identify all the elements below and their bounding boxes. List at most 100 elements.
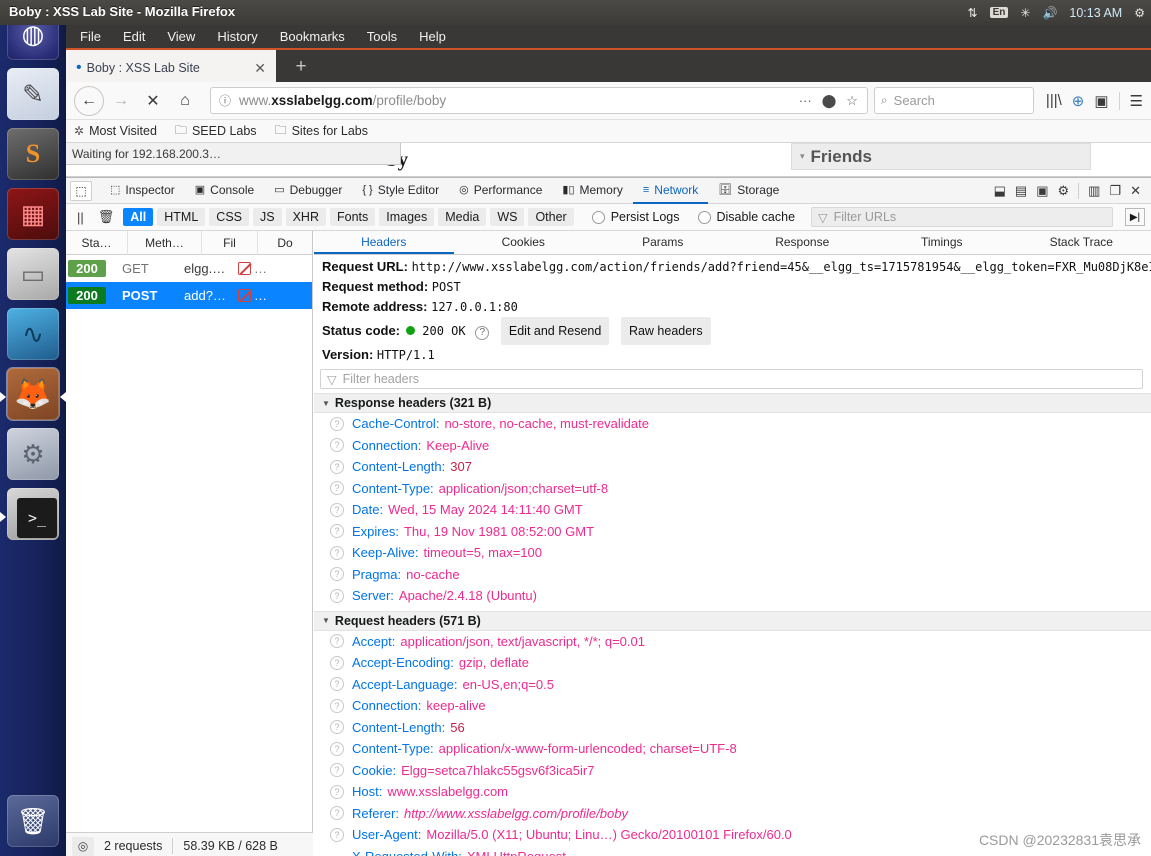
- forward-button[interactable]: →: [106, 86, 136, 116]
- element-picker-icon[interactable]: ⬚: [70, 180, 92, 201]
- launcher-item-sublime-text[interactable]: S: [7, 128, 59, 180]
- identity-info-icon[interactable]: ⓘ: [219, 92, 231, 109]
- friends-panel-header[interactable]: ▾ Friends: [791, 143, 1091, 170]
- response-headers-title-row[interactable]: ▼ Response headers (321 B): [314, 393, 1151, 413]
- dock-side-icon[interactable]: ▥: [1088, 183, 1100, 199]
- stop-button[interactable]: ✕: [138, 86, 168, 116]
- tab-stack-trace[interactable]: Stack Trace: [1012, 231, 1151, 254]
- header-row[interactable]: ? Referer: http://www.xsslabelgg.com/profi…: [314, 803, 1151, 825]
- filter-js[interactable]: JS: [253, 208, 282, 226]
- tab-inspector[interactable]: ⬚ Inspector: [100, 178, 185, 204]
- tab-timings[interactable]: Timings: [872, 231, 1012, 254]
- menu-view[interactable]: View: [167, 29, 195, 44]
- column-file[interactable]: Fil: [202, 230, 258, 255]
- tab-cookies[interactable]: Cookies: [454, 231, 594, 254]
- header-row[interactable]: ? Host: www.xsslabelgg.com: [314, 781, 1151, 803]
- filter-media[interactable]: Media: [438, 208, 487, 226]
- library-icon[interactable]: |||\: [1046, 92, 1062, 109]
- header-row[interactable]: ? Content-Length: 56: [314, 717, 1151, 739]
- back-button[interactable]: ←: [74, 85, 104, 116]
- status-help-icon[interactable]: ?: [475, 326, 490, 340]
- bookmark-most-visited[interactable]: ✲ Most Visited: [74, 124, 157, 138]
- request-headers-title-row[interactable]: ▼ Request headers (571 B): [314, 610, 1151, 631]
- tab-boby-xss-lab-site[interactable]: • Boby : XSS Lab Site ✕: [66, 50, 276, 84]
- launcher-item-settings-tools[interactable]: ⚙: [7, 428, 59, 480]
- menu-bookmarks[interactable]: Bookmarks: [280, 29, 345, 44]
- home-button[interactable]: ⌂: [170, 86, 200, 116]
- menu-tools[interactable]: Tools: [367, 29, 397, 44]
- header-help-icon[interactable]: ?: [330, 806, 344, 821]
- filter-xhr[interactable]: XHR: [285, 208, 326, 226]
- header-help-icon[interactable]: ?: [330, 567, 344, 582]
- header-help-icon[interactable]: ?: [330, 634, 344, 649]
- header-help-icon[interactable]: ?: [330, 524, 344, 539]
- header-row[interactable]: ? Keep-Alive: timeout=5, max=100: [314, 542, 1151, 564]
- screenshot-icon[interactable]: ▣: [1036, 183, 1048, 199]
- header-row[interactable]: ? Content-Type: application/json;charset=u…: [314, 478, 1151, 500]
- raw-headers-button[interactable]: Raw headers: [620, 317, 711, 345]
- edit-and-resend-button[interactable]: Edit and Resend: [500, 317, 610, 345]
- header-row[interactable]: ? Accept-Language: en-US,en;q=0.5: [314, 674, 1151, 696]
- clear-requests-icon[interactable]: 🗑: [93, 209, 120, 225]
- launcher-item-terminal[interactable]: >_: [7, 488, 59, 540]
- disable-cache-checkbox[interactable]: Disable cache: [697, 210, 795, 224]
- launcher-item-virtual-machines[interactable]: ▦: [7, 188, 59, 240]
- header-row[interactable]: ? Server: Apache/2.4.18 (Ubuntu): [314, 585, 1151, 607]
- tab-params[interactable]: Params: [593, 231, 733, 254]
- header-help-icon[interactable]: ?: [330, 481, 344, 496]
- bookmark-star-icon[interactable]: ☆: [841, 93, 863, 109]
- header-row[interactable]: ? Cache-Control: no-store, no-cache, must-…: [314, 413, 1151, 435]
- bookmark-sites-for-labs[interactable]: 🗀 Sites for Labs: [275, 121, 368, 142]
- separate-window-icon[interactable]: ❐: [1109, 183, 1121, 199]
- header-value[interactable]: http://www.xsslabelgg.com/profile/boby: [404, 803, 628, 825]
- header-help-icon[interactable]: ?: [330, 416, 344, 431]
- tab-performance[interactable]: ◎ Performance: [449, 178, 552, 204]
- gear-icon[interactable]: ⚙: [1134, 6, 1145, 20]
- header-row[interactable]: ? Connection: keep-alive: [314, 695, 1151, 717]
- launcher-item-firefox[interactable]: 🦊: [6, 367, 60, 421]
- header-help-icon[interactable]: ?: [330, 545, 344, 560]
- menu-file[interactable]: File: [80, 29, 101, 44]
- table-row[interactable]: 200 GET elgg.… …: [66, 255, 312, 282]
- column-domain[interactable]: Do: [258, 231, 312, 255]
- keyboard-layout-indicator[interactable]: En: [989, 7, 1009, 18]
- close-devtools-icon[interactable]: ✕: [1130, 183, 1141, 199]
- tab-debugger[interactable]: ▭ Debugger: [264, 178, 352, 204]
- header-row[interactable]: ? Expires: Thu, 19 Nov 1981 08:52:00 GMT: [314, 521, 1151, 543]
- filter-headers-input[interactable]: ▽ Filter headers: [320, 369, 1143, 389]
- header-help-icon[interactable]: ?: [330, 763, 344, 778]
- clock[interactable]: 10:13 AM: [1069, 6, 1122, 20]
- persist-logs-checkbox[interactable]: Persist Logs: [591, 210, 680, 224]
- filter-fonts[interactable]: Fonts: [330, 208, 376, 226]
- menu-history[interactable]: History: [217, 29, 257, 44]
- launcher-item-text-editor[interactable]: ✎: [7, 68, 59, 120]
- filter-all[interactable]: All: [123, 208, 154, 226]
- sidebar-icon[interactable]: ▣: [1094, 92, 1108, 110]
- tab-storage[interactable]: 🗄 Storage: [708, 178, 789, 204]
- header-row[interactable]: ? Accept: application/json, text/javascrip…: [314, 631, 1151, 653]
- tab-style-editor[interactable]: { } Style Editor: [352, 178, 449, 204]
- volume-icon[interactable]: 🔊: [1042, 6, 1057, 20]
- header-row[interactable]: ? Cookie: Elgg=setca7hlakc55gsv6f3ica5ir7: [314, 760, 1151, 782]
- tab-headers[interactable]: Headers: [314, 231, 454, 254]
- header-row[interactable]: ? Content-Length: 307: [314, 456, 1151, 478]
- tab-network[interactable]: ≡ Network: [632, 178, 709, 204]
- filter-html[interactable]: HTML: [157, 208, 206, 226]
- filter-other[interactable]: Other: [528, 208, 574, 226]
- header-help-icon[interactable]: ?: [330, 588, 344, 603]
- header-row[interactable]: ? Accept-Encoding: gzip, deflate: [314, 652, 1151, 674]
- filter-images[interactable]: Images: [379, 208, 435, 226]
- column-status[interactable]: Sta…: [66, 230, 128, 255]
- page-actions-icon[interactable]: ···: [794, 93, 817, 108]
- header-help-icon[interactable]: ?: [330, 438, 344, 453]
- tab-console[interactable]: ▣ Console: [185, 178, 264, 204]
- bookmark-seed-labs[interactable]: 🗀 SEED Labs: [175, 121, 257, 142]
- header-help-icon[interactable]: ?: [330, 827, 344, 842]
- bluetooth-icon[interactable]: ✳: [1020, 6, 1030, 20]
- tab-response[interactable]: Response: [733, 231, 873, 254]
- tab-memory[interactable]: ▮▯ Memory: [552, 178, 632, 204]
- header-help-icon[interactable]: ?: [330, 698, 344, 713]
- pocket-icon[interactable]: ⬤: [817, 93, 842, 109]
- column-method[interactable]: Meth…: [128, 230, 202, 255]
- sync-account-icon[interactable]: ⊕: [1072, 92, 1085, 110]
